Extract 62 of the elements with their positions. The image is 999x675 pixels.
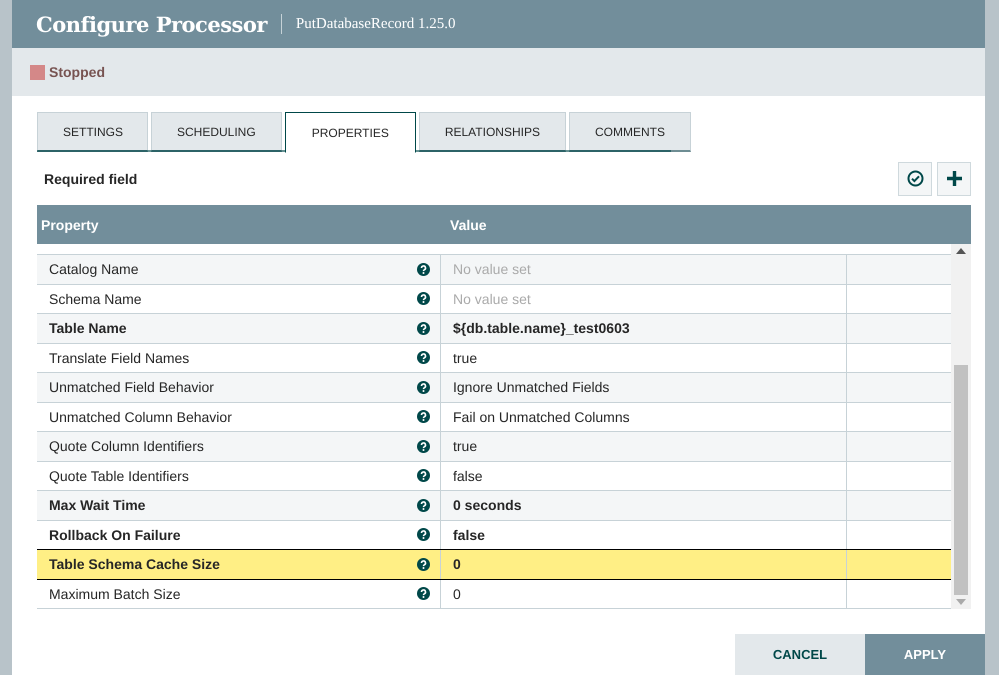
plus-icon — [946, 170, 962, 187]
check-circle-icon — [906, 170, 924, 187]
help-icon[interactable] — [417, 587, 430, 600]
property-value: true — [453, 350, 478, 366]
property-name: Maximum Batch Size — [49, 586, 180, 602]
cancel-button[interactable]: CANCEL — [735, 634, 865, 675]
property-value: false — [453, 526, 485, 543]
property-value: 0 — [453, 586, 461, 602]
property-name: Schema Name — [49, 290, 142, 307]
help-icon[interactable] — [417, 380, 430, 394]
help-icon[interactable] — [417, 262, 430, 276]
property-name: Table Name — [49, 320, 127, 336]
tab[interactable]: SETTINGS — [37, 112, 148, 152]
property-value: No value set — [453, 261, 531, 278]
property-value: ${db.table.name}_test0603 — [453, 320, 630, 336]
tab[interactable]: SCHEDULING — [151, 112, 282, 152]
help-icon[interactable] — [417, 322, 430, 335]
scrollbar-thumb[interactable] — [954, 365, 968, 595]
status-label: Stopped — [49, 64, 105, 80]
property-name: Catalog Name — [49, 261, 138, 278]
table-row[interactable]: Quote Column Identifiers true — [37, 432, 951, 462]
help-icon[interactable] — [417, 469, 430, 482]
help-icon[interactable] — [417, 440, 430, 453]
property-name: Translate Field Names — [49, 350, 190, 366]
tab[interactable]: PROPERTIES — [284, 112, 416, 153]
column-header: Property — [40, 216, 100, 232]
tab[interactable]: COMMENTS — [568, 112, 691, 152]
required-field-note: Required field — [43, 170, 138, 186]
dialog-title: Configure Processor — [36, 12, 267, 36]
processor-type: PutDatabaseRecord 1.25.0 — [296, 16, 456, 32]
property-name: Rollback On Failure — [49, 526, 180, 543]
property-value: No value set — [453, 290, 531, 307]
table-row[interactable]: Catalog Name No value set — [37, 255, 951, 284]
table-row[interactable]: Max Wait Time 0 seconds — [37, 491, 951, 520]
scroll-up-icon[interactable] — [956, 248, 966, 254]
property-value: Fail on Unmatched Columns — [453, 408, 630, 425]
column-header: Value — [449, 216, 487, 232]
help-icon[interactable] — [417, 410, 430, 424]
tab[interactable]: RELATIONSHIPS — [418, 112, 566, 152]
help-icon[interactable] — [417, 351, 430, 364]
property-value: 0 seconds — [453, 497, 522, 514]
table-row[interactable]: Table Schema Cache Size 0 — [37, 549, 951, 580]
property-value: 0 — [453, 556, 461, 572]
table-row[interactable]: Maximum Batch Size 0 — [37, 580, 951, 609]
property-value: Ignore Unmatched Fields — [453, 379, 610, 396]
property-name: Unmatched Column Behavior — [49, 408, 232, 425]
help-icon[interactable] — [417, 292, 430, 306]
property-name: Unmatched Field Behavior — [49, 379, 214, 396]
scrollbar[interactable] — [951, 244, 971, 609]
verify-button[interactable] — [898, 162, 932, 196]
property-value: true — [453, 438, 478, 454]
help-icon[interactable] — [417, 558, 430, 571]
table-row[interactable]: Unmatched Field Behavior Ignore Unmatched Fields — [37, 373, 951, 402]
add-property-button[interactable] — [937, 162, 971, 196]
table-row[interactable]: Table Name ${db.table.name}_test0603 — [37, 314, 951, 344]
property-name: Table Schema Cache Size — [49, 556, 220, 572]
help-icon[interactable] — [417, 528, 430, 542]
property-name: Quote Column Identifiers — [49, 438, 204, 454]
property-name: Quote Table Identifiers — [49, 468, 189, 484]
property-value: false — [453, 468, 483, 484]
help-icon[interactable] — [417, 498, 430, 512]
property-name: Max Wait Time — [49, 497, 146, 514]
